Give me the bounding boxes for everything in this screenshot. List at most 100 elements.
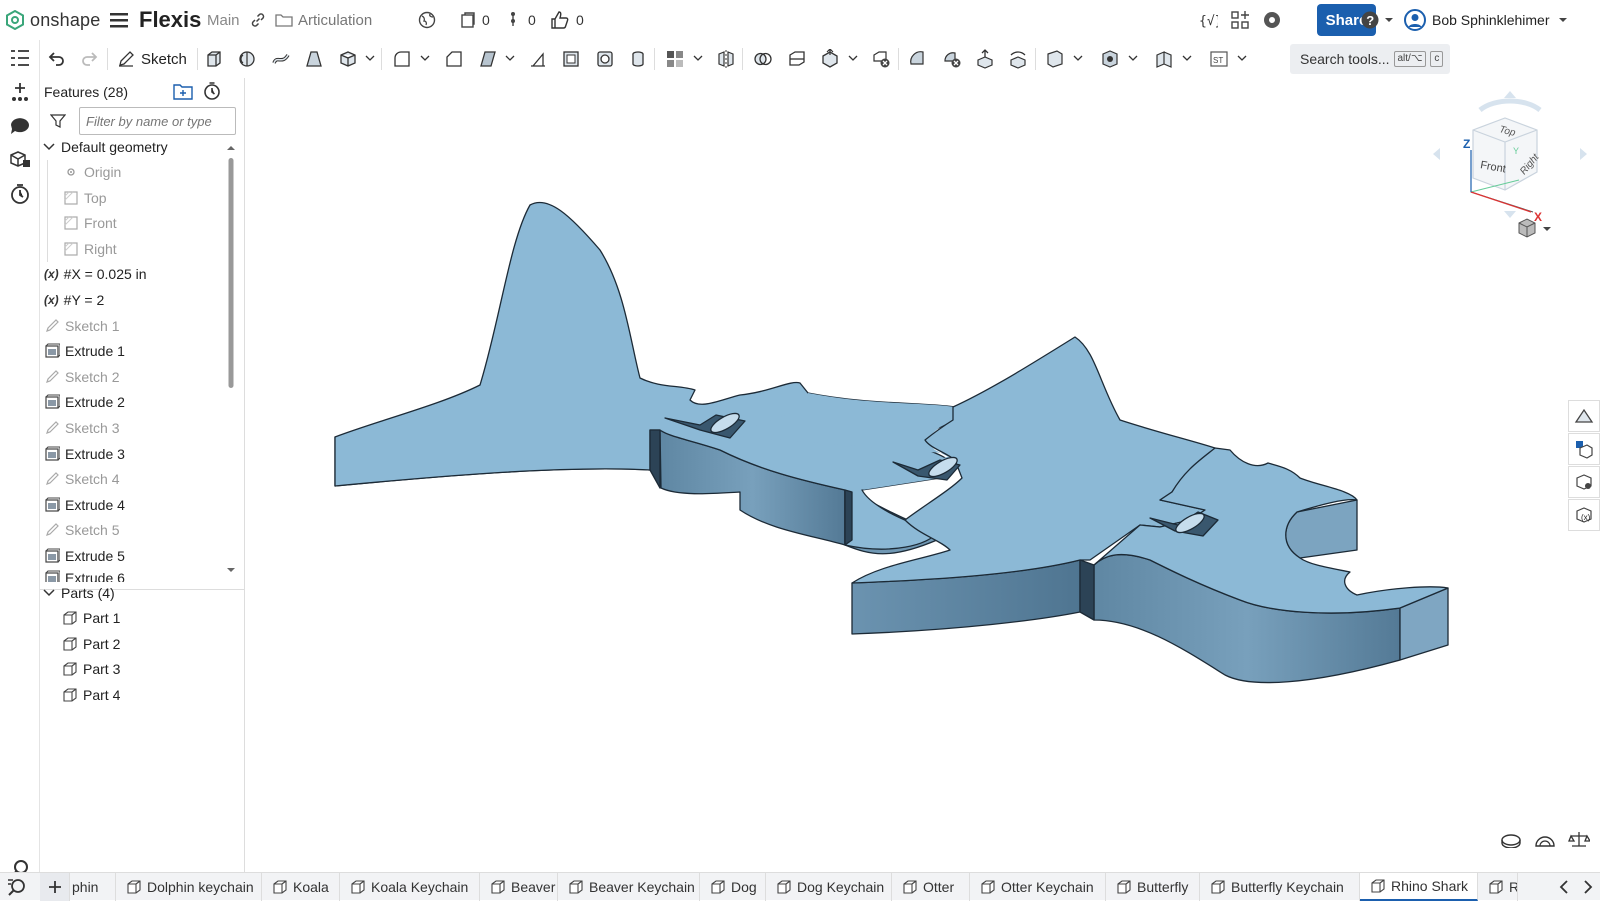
extrude-tool-icon[interactable] — [201, 46, 227, 72]
folder-breadcrumb[interactable]: Articulation — [275, 0, 372, 40]
hole-tool-icon[interactable] — [592, 46, 618, 72]
tab-rhino-shark[interactable]: Rhino Shark — [1360, 873, 1478, 901]
sweep-tool-icon[interactable] — [268, 46, 294, 72]
feature-item[interactable]: Extrude 4 — [44, 493, 125, 517]
feature-item[interactable]: Front — [63, 211, 117, 235]
feature-item[interactable]: Extrude 2 — [44, 390, 125, 414]
tab-butterfly-keychain[interactable]: Butterfly Keychain — [1200, 873, 1360, 901]
insert-icon[interactable] — [8, 80, 32, 104]
tab-koala-keychain[interactable]: Koala Keychain — [340, 873, 480, 901]
delete-face-tool-icon[interactable] — [939, 46, 965, 72]
feature-item[interactable]: (x) #Y = 2 — [44, 288, 104, 312]
pattern-tool-icon[interactable] — [662, 46, 688, 72]
loft-tool-icon[interactable] — [301, 46, 327, 72]
add-folder-icon[interactable] — [173, 82, 193, 100]
part-item[interactable]: Part 1 — [62, 606, 120, 630]
feature-item[interactable]: Sketch 4 — [44, 467, 119, 491]
part-item[interactable]: Part 4 — [62, 683, 120, 707]
chevron-down-icon[interactable] — [1181, 48, 1193, 68]
feature-item[interactable]: Right — [63, 237, 117, 261]
default-geometry-group[interactable]: Default geometry — [43, 135, 168, 159]
fillet-tool-icon[interactable] — [389, 46, 415, 72]
redo-icon[interactable] — [77, 46, 103, 72]
tab-otter-keychain[interactable]: Otter Keychain — [970, 873, 1106, 901]
feature-tree-scrollbar[interactable] — [226, 144, 236, 576]
tab-dolphin-keychain[interactable]: Dolphin keychain — [116, 873, 262, 901]
app-store-icon[interactable] — [1230, 0, 1250, 40]
learning-center-icon[interactable] — [1262, 0, 1282, 40]
onshape-logo[interactable]: onshape — [6, 0, 100, 40]
appearance-panel-icon[interactable] — [1568, 400, 1600, 432]
chamfer-tool-icon[interactable] — [441, 46, 467, 72]
branch-name[interactable]: Main — [207, 12, 240, 29]
move-face-tool-icon[interactable] — [972, 46, 998, 72]
chevron-down-icon[interactable] — [364, 48, 376, 68]
tab-butterfly[interactable]: Butterfly — [1106, 873, 1200, 901]
parts-group[interactable]: Parts (4) — [43, 581, 115, 605]
measure-icon[interactable] — [1534, 830, 1556, 848]
chevron-down-icon[interactable] — [419, 48, 431, 68]
filter-icon[interactable] — [50, 113, 66, 129]
chevron-down-icon[interactable] — [1127, 48, 1139, 68]
mirror-tool-icon[interactable] — [713, 46, 739, 72]
chevron-down-icon[interactable] — [1236, 48, 1248, 68]
add-tab-button[interactable] — [40, 873, 70, 901]
feature-item[interactable]: Extrude 5 — [44, 544, 125, 568]
feature-item[interactable]: Sketch 5 — [44, 518, 119, 542]
feature-item[interactable]: (x) #X = 0.025 in — [44, 262, 147, 286]
scroll-tabs-left-icon[interactable] — [1552, 873, 1576, 901]
sheet-metal-tool-icon[interactable] — [1151, 46, 1177, 72]
link-icon[interactable] — [250, 0, 266, 40]
help-menu[interactable]: ? — [1360, 0, 1394, 40]
chevron-down-icon[interactable] — [692, 48, 704, 68]
feature-item[interactable]: Extrude 1 — [44, 339, 125, 363]
configurations-panel-icon[interactable] — [1568, 433, 1600, 465]
part-item[interactable]: Part 3 — [62, 657, 120, 681]
parts-icon[interactable] — [8, 148, 32, 172]
feature-item[interactable]: Top — [63, 186, 107, 210]
view-mode-menu[interactable] — [1517, 218, 1557, 238]
feature-item[interactable]: Sketch 1 — [44, 314, 119, 338]
tab-beaver[interactable]: Beaver — [480, 873, 558, 901]
versions-counter[interactable]: 0 — [459, 0, 490, 40]
undo-icon[interactable] — [43, 46, 69, 72]
user-menu[interactable]: Bob Sphinklehimer — [1404, 0, 1568, 40]
feature-item[interactable]: Origin — [63, 160, 121, 184]
replace-face-tool-icon[interactable] — [1005, 46, 1031, 72]
rib-tool-icon[interactable] — [525, 46, 551, 72]
transform-tool-icon[interactable] — [817, 46, 843, 72]
tab-dog-keychain[interactable]: Dog Keychain — [766, 873, 892, 901]
chevron-down-icon[interactable] — [1072, 48, 1084, 68]
search-tools-box[interactable]: Search tools... alt/⌥ c — [1290, 44, 1450, 74]
feature-list-icon[interactable] — [8, 46, 32, 70]
tab-otter[interactable]: Otter — [892, 873, 970, 901]
branches-counter[interactable]: 0 — [508, 0, 536, 40]
cylinder-tool-icon[interactable] — [625, 46, 651, 72]
comments-icon[interactable] — [8, 114, 32, 138]
chevron-down-icon[interactable] — [504, 48, 516, 68]
tab-dog[interactable]: Dog — [700, 873, 766, 901]
tab-manager-icon[interactable] — [6, 877, 28, 897]
chevron-down-icon[interactable] — [847, 48, 859, 68]
thicken-tool-icon[interactable] — [335, 46, 361, 72]
tab-koala[interactable]: Koala — [262, 873, 340, 901]
draft-tool-icon[interactable] — [475, 46, 501, 72]
plane-tool-icon[interactable] — [1042, 46, 1068, 72]
scroll-tabs-right-icon[interactable] — [1576, 873, 1600, 901]
shell-tool-icon[interactable] — [558, 46, 584, 72]
rollback-timer-icon[interactable] — [202, 81, 222, 101]
feature-item[interactable]: Extrude 6 — [44, 570, 125, 582]
hamburger-menu-icon[interactable] — [110, 0, 128, 40]
tab-beaver-keychain[interactable]: Beaver Keychain — [558, 873, 700, 901]
mate-connector-tool-icon[interactable] — [1097, 46, 1123, 72]
feature-item[interactable]: Sketch 3 — [44, 416, 119, 440]
variables-panel-icon[interactable]: (x) — [1568, 499, 1600, 531]
split-tool-icon[interactable] — [784, 46, 810, 72]
feature-item[interactable]: Sketch 2 — [44, 365, 119, 389]
tab-r[interactable]: R — [1478, 873, 1518, 901]
tab-phin[interactable]: phin — [70, 873, 116, 901]
sketch-button[interactable]: Sketch — [117, 46, 187, 72]
revolve-tool-icon[interactable] — [234, 46, 260, 72]
mass-properties-icon[interactable] — [1568, 830, 1590, 848]
likes-counter[interactable]: 0 — [550, 0, 584, 40]
